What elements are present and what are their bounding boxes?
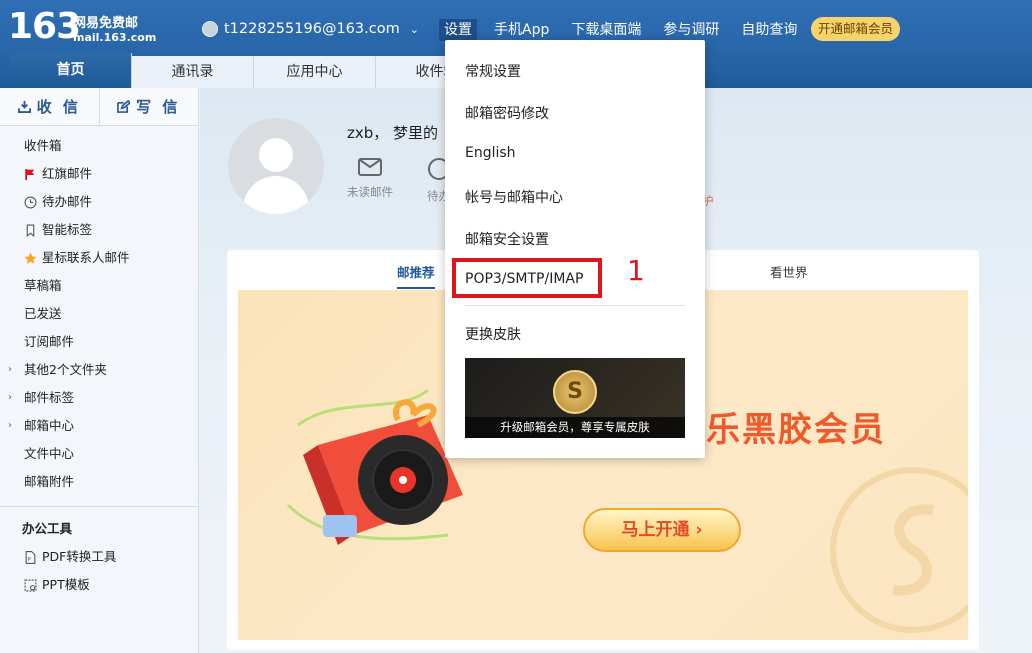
settings-dropdown: 常规设置 邮箱密码修改 English 帐号与邮箱中心 邮箱安全设置 POP3/… [445,40,705,458]
chevron-right-icon: › [8,364,12,375]
sidebar-item-label: 邮件标签 [24,390,75,405]
step-annotation: 1 [627,254,645,287]
menu-item-account-center[interactable]: 帐号与邮箱中心 [465,187,563,207]
star-icon [24,252,37,264]
clock-icon [24,196,37,208]
menu-divider [465,305,685,306]
envelope-icon [358,158,382,176]
tab-contacts[interactable]: 通讯录 [132,56,254,88]
sidebar-item-label: 待办邮件 [42,194,93,209]
highlight-box [452,258,602,298]
account-avatar-icon [202,21,218,37]
sidebar-item-drafts[interactable]: 草稿箱 [0,272,198,300]
stat-unread[interactable]: 未读邮件 [347,158,393,200]
chevron-right-icon: › [8,420,12,431]
sidebar-item-starred-contacts[interactable]: 星标联系人邮件 [0,244,198,272]
sidebar-item-subscriptions[interactable]: 订阅邮件 [0,328,198,356]
top-nav: 设置 手机App 下载桌面端 参与调研 自助查询 [439,18,819,42]
tab-app-center[interactable]: 应用中心 [254,56,376,88]
sidebar-item-label: PPT模板 [42,577,90,592]
vip-coin-icon: S [553,370,597,414]
promo-caption: 升级邮箱会员，尊享专属皮肤 [465,417,685,438]
compose-label: 写 信 [136,98,181,116]
vip-button[interactable]: 开通邮箱会员 [811,17,900,41]
avatar-head [259,138,293,172]
sidebar: 收 信 写 信 收件箱 红旗邮件 待办邮件 智能标签 星标联系人邮件 草稿箱 已… [0,88,199,653]
nav-settings[interactable]: 设置 [439,19,477,41]
receive-button[interactable]: 收 信 [0,88,99,125]
svg-text:P: P [27,556,31,562]
coin-watermark-icon [830,467,968,633]
edit-icon [117,100,131,113]
compose-row: 收 信 写 信 [0,88,198,126]
user-avatar[interactable] [228,118,324,214]
divider [0,506,198,507]
chevron-down-icon: ⌄ [409,22,419,36]
sidebar-item-mail-tags[interactable]: › 邮件标签 [0,384,198,412]
sidebar-item-ppt-template[interactable]: PPT模板 [0,571,198,599]
sidebar-item-label: 其他2个文件夹 [24,362,107,377]
menu-item-general-settings[interactable]: 常规设置 [465,61,521,81]
menu-item-password-change[interactable]: 邮箱密码修改 [465,103,549,123]
sidebar-item-smart-tags[interactable]: 智能标签 [0,216,198,244]
sidebar-item-flagged[interactable]: 红旗邮件 [0,160,198,188]
sidebar-item-file-center[interactable]: 文件中心 [0,440,198,468]
logo-url: mail.163.com [73,31,157,44]
download-icon [17,100,31,113]
skin-promo[interactable]: S 升级邮箱会员，尊享专属皮肤 [465,358,685,438]
nav-survey[interactable]: 参与调研 [663,19,719,41]
banner-title: 乐黑胶会员 [706,410,886,450]
menu-item-security-settings[interactable]: 邮箱安全设置 [465,229,549,249]
tab-recommend[interactable]: 邮推荐 [397,262,435,289]
account-switcher[interactable]: t1228255196@163.com ⌄ [202,18,419,40]
sidebar-item-inbox[interactable]: 收件箱 [0,132,198,160]
sidebar-item-label: PDF转换工具 [42,549,117,564]
sidebar-item-mail-center[interactable]: › 邮箱中心 [0,412,198,440]
main-tabs: 首页 通讯录 应用中心 收件箱 [10,53,498,88]
receive-label: 收 信 [36,98,81,116]
tab-home[interactable]: 首页 [10,53,132,88]
sidebar-item-label: 红旗邮件 [42,166,93,181]
sidebar-item-attachments[interactable]: 邮箱附件 [0,468,198,496]
nav-self-service[interactable]: 自助查询 [741,19,797,41]
account-email: t1228255196@163.com [224,21,400,37]
avatar-body [243,176,309,214]
sidebar-item-todo[interactable]: 待办邮件 [0,188,198,216]
ppt-template-icon [24,579,37,591]
red-flag-icon [25,168,35,180]
sidebar-item-label: 邮箱中心 [24,418,75,433]
logo-number[interactable]: 163 [8,6,81,47]
sidebar-item-sent[interactable]: 已发送 [0,300,198,328]
menu-item-change-skin[interactable]: 更换皮肤 [465,324,521,344]
stat-label: 未读邮件 [347,185,393,199]
menu-item-english[interactable]: English [465,145,516,161]
nav-desktop-download[interactable]: 下载桌面端 [571,19,641,41]
tools-heading: 办公工具 [22,521,73,536]
sidebar-item-label: 智能标签 [42,222,93,237]
banner-open-button[interactable]: 马上开通 › [583,508,741,552]
greeting-text: zxb， 梦里的 [347,124,439,142]
logo-name: 网易免费邮 [73,16,139,31]
bookmark-icon [26,224,35,237]
pdf-file-icon: P [25,550,36,564]
sidebar-item-pdf-tool[interactable]: P PDF转换工具 [0,543,198,571]
tab-world[interactable]: 看世界 [770,262,808,281]
compose-button[interactable]: 写 信 [98,88,199,125]
sidebar-item-other-folders[interactable]: › 其他2个文件夹 [0,356,198,384]
sidebar-item-label: 星标联系人邮件 [42,250,130,265]
chevron-right-icon: › [8,392,12,403]
nav-mobile-app[interactable]: 手机App [494,19,549,41]
